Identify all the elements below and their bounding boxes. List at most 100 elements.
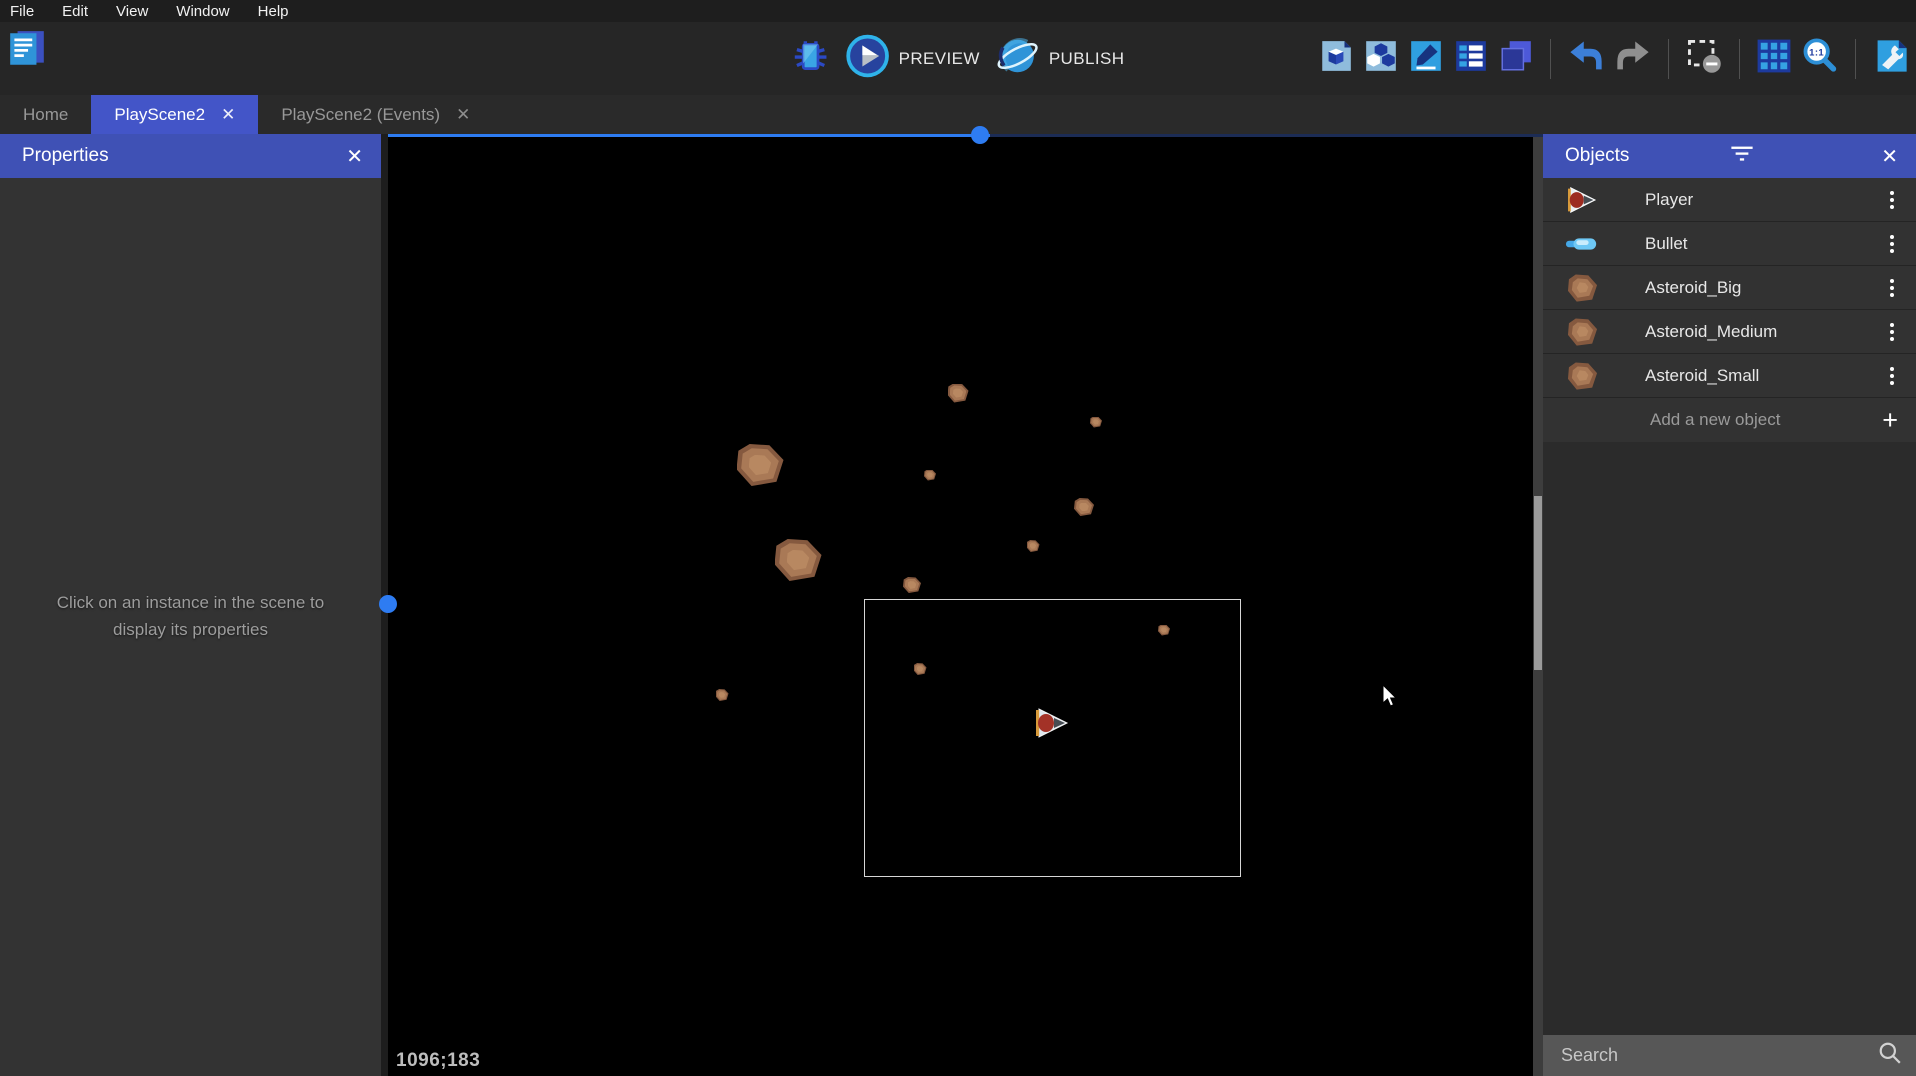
search-input[interactable] xyxy=(1561,1045,1878,1066)
object-list-item[interactable]: Asteroid_Big xyxy=(1543,266,1916,310)
menu-edit[interactable]: Edit xyxy=(62,3,88,20)
tab-home[interactable]: Home xyxy=(0,95,91,134)
toolbar: PREVIEW PUBLISH xyxy=(0,22,1916,95)
add-object-label: Add a new object xyxy=(1650,410,1780,430)
asteroid-small-instance[interactable] xyxy=(1090,417,1102,428)
asteroid-icon xyxy=(1565,316,1599,348)
object-list-item[interactable]: Bullet xyxy=(1543,222,1916,266)
project-manager-button[interactable] xyxy=(6,28,48,75)
windows-stack-button[interactable] xyxy=(1498,38,1534,79)
object-menu-icon[interactable] xyxy=(1886,319,1898,345)
play-circle-icon xyxy=(846,34,890,83)
debug-button[interactable] xyxy=(792,37,830,80)
scene-instances-layer xyxy=(388,134,1543,1076)
asteroid-big-instance[interactable] xyxy=(737,444,784,486)
close-panel-icon[interactable]: ✕ xyxy=(1881,144,1898,169)
bullet-icon xyxy=(1565,228,1599,260)
plus-icon[interactable]: + xyxy=(1882,407,1898,434)
selection-mask-icon xyxy=(1685,37,1723,80)
asteroid-icon xyxy=(1565,360,1599,392)
resize-handle-left-icon[interactable] xyxy=(379,595,397,613)
close-panel-icon[interactable]: ✕ xyxy=(346,144,363,169)
selection-mask-button[interactable] xyxy=(1685,37,1723,80)
objects-panel-header: Objects ✕ xyxy=(1543,134,1916,178)
filter-icon[interactable] xyxy=(1730,145,1754,168)
object-menu-icon[interactable] xyxy=(1886,231,1898,257)
canvas-vertical-scrollbar[interactable] xyxy=(1533,134,1543,1076)
pencil-edit-icon xyxy=(1408,38,1444,79)
mouse-cursor-icon xyxy=(1382,684,1400,713)
asteroid-icon xyxy=(1565,272,1599,304)
toolbar-right: 1:1 xyxy=(1318,22,1910,95)
scene-settings-button[interactable] xyxy=(1872,37,1910,80)
asteroid-medium-instance[interactable] xyxy=(903,577,921,593)
canvas-focus-border xyxy=(388,134,990,137)
object-menu-icon[interactable] xyxy=(1886,275,1898,301)
objects-editor-icon xyxy=(1318,38,1354,79)
player-ship-icon xyxy=(1565,184,1599,216)
object-list-item[interactable]: Asteroid_Small xyxy=(1543,354,1916,398)
toolbar-separator xyxy=(1855,39,1856,79)
layers-list-button[interactable] xyxy=(1453,38,1489,79)
publish-globe-icon xyxy=(996,34,1040,83)
toolbar-separator xyxy=(1550,39,1551,79)
grid-icon xyxy=(1756,38,1792,79)
gdevelop-app: File Edit View Window Help xyxy=(0,0,1916,1076)
instances-cubes-icon xyxy=(1363,38,1399,79)
asteroid-small-instance[interactable] xyxy=(1027,540,1040,552)
player-ship-instance[interactable] xyxy=(1034,707,1070,744)
asteroid-big-instance[interactable] xyxy=(775,539,822,581)
main-area: Properties ✕ Click on an instance in the… xyxy=(0,134,1916,1076)
close-tab-icon[interactable]: ✕ xyxy=(456,106,470,123)
instances-button[interactable] xyxy=(1363,38,1399,79)
windows-stack-icon xyxy=(1498,38,1534,79)
tab-playscene2-events-label: PlayScene2 (Events) xyxy=(281,105,440,125)
layers-list-icon xyxy=(1453,38,1489,79)
scene-canvas[interactable]: 1096;183 xyxy=(388,134,1543,1076)
asteroid-medium-instance[interactable] xyxy=(948,384,969,403)
tab-playscene2-label: PlayScene2 xyxy=(114,105,205,125)
objects-editor-button[interactable] xyxy=(1318,38,1354,79)
publish-label: PUBLISH xyxy=(1049,49,1125,69)
tab-playscene2[interactable]: PlayScene2 ✕ xyxy=(91,95,258,134)
asteroid-medium-instance[interactable] xyxy=(1074,498,1094,516)
scene-edit-button[interactable] xyxy=(1408,38,1444,79)
object-menu-icon[interactable] xyxy=(1886,363,1898,389)
preview-button[interactable]: PREVIEW xyxy=(846,34,980,83)
grid-button[interactable] xyxy=(1756,38,1792,79)
publish-button[interactable]: PUBLISH xyxy=(996,34,1125,83)
undo-button[interactable] xyxy=(1567,37,1605,80)
canvas-border-dark xyxy=(990,134,1543,137)
objects-panel: Objects ✕ Player Bullet Asteroid_Big xyxy=(1543,134,1916,1076)
zoom-1-1-button[interactable]: 1:1 xyxy=(1801,37,1839,80)
objects-panel-title: Objects xyxy=(1565,145,1629,167)
object-search-bar xyxy=(1543,1035,1916,1076)
properties-empty-message: Click on an instance in the scene to dis… xyxy=(0,589,381,643)
menu-help[interactable]: Help xyxy=(258,3,289,20)
undo-icon xyxy=(1567,37,1605,80)
menu-view[interactable]: View xyxy=(116,3,148,20)
tab-playscene2-events[interactable]: PlayScene2 (Events) ✕ xyxy=(258,95,493,134)
asteroid-small-instance[interactable] xyxy=(924,470,936,481)
redo-icon xyxy=(1614,37,1652,80)
preview-label: PREVIEW xyxy=(899,49,980,69)
search-icon xyxy=(1878,1041,1902,1070)
object-menu-icon[interactable] xyxy=(1886,187,1898,213)
redo-button[interactable] xyxy=(1614,37,1652,80)
properties-panel: Properties ✕ Click on an instance in the… xyxy=(0,134,381,1076)
object-list-item[interactable]: Player xyxy=(1543,178,1916,222)
close-tab-icon[interactable]: ✕ xyxy=(221,106,235,123)
asteroid-small-instance[interactable] xyxy=(716,689,729,701)
object-list: Player Bullet Asteroid_Big Asteroid_Medi… xyxy=(1543,178,1916,398)
resize-handle-top-icon[interactable] xyxy=(971,126,989,144)
scrollbar-thumb[interactable] xyxy=(1534,496,1542,670)
object-list-item[interactable]: Asteroid_Medium xyxy=(1543,310,1916,354)
toolbar-center: PREVIEW PUBLISH xyxy=(792,22,1125,95)
properties-panel-title: Properties xyxy=(22,145,109,167)
add-object-button[interactable]: Add a new object + xyxy=(1543,398,1916,442)
menu-file[interactable]: File xyxy=(10,3,34,20)
tab-bar: Home PlayScene2 ✕ PlayScene2 (Events) ✕ xyxy=(0,95,1916,134)
toolbar-separator xyxy=(1739,39,1740,79)
menu-window[interactable]: Window xyxy=(176,3,229,20)
properties-panel-header: Properties ✕ xyxy=(0,134,381,178)
